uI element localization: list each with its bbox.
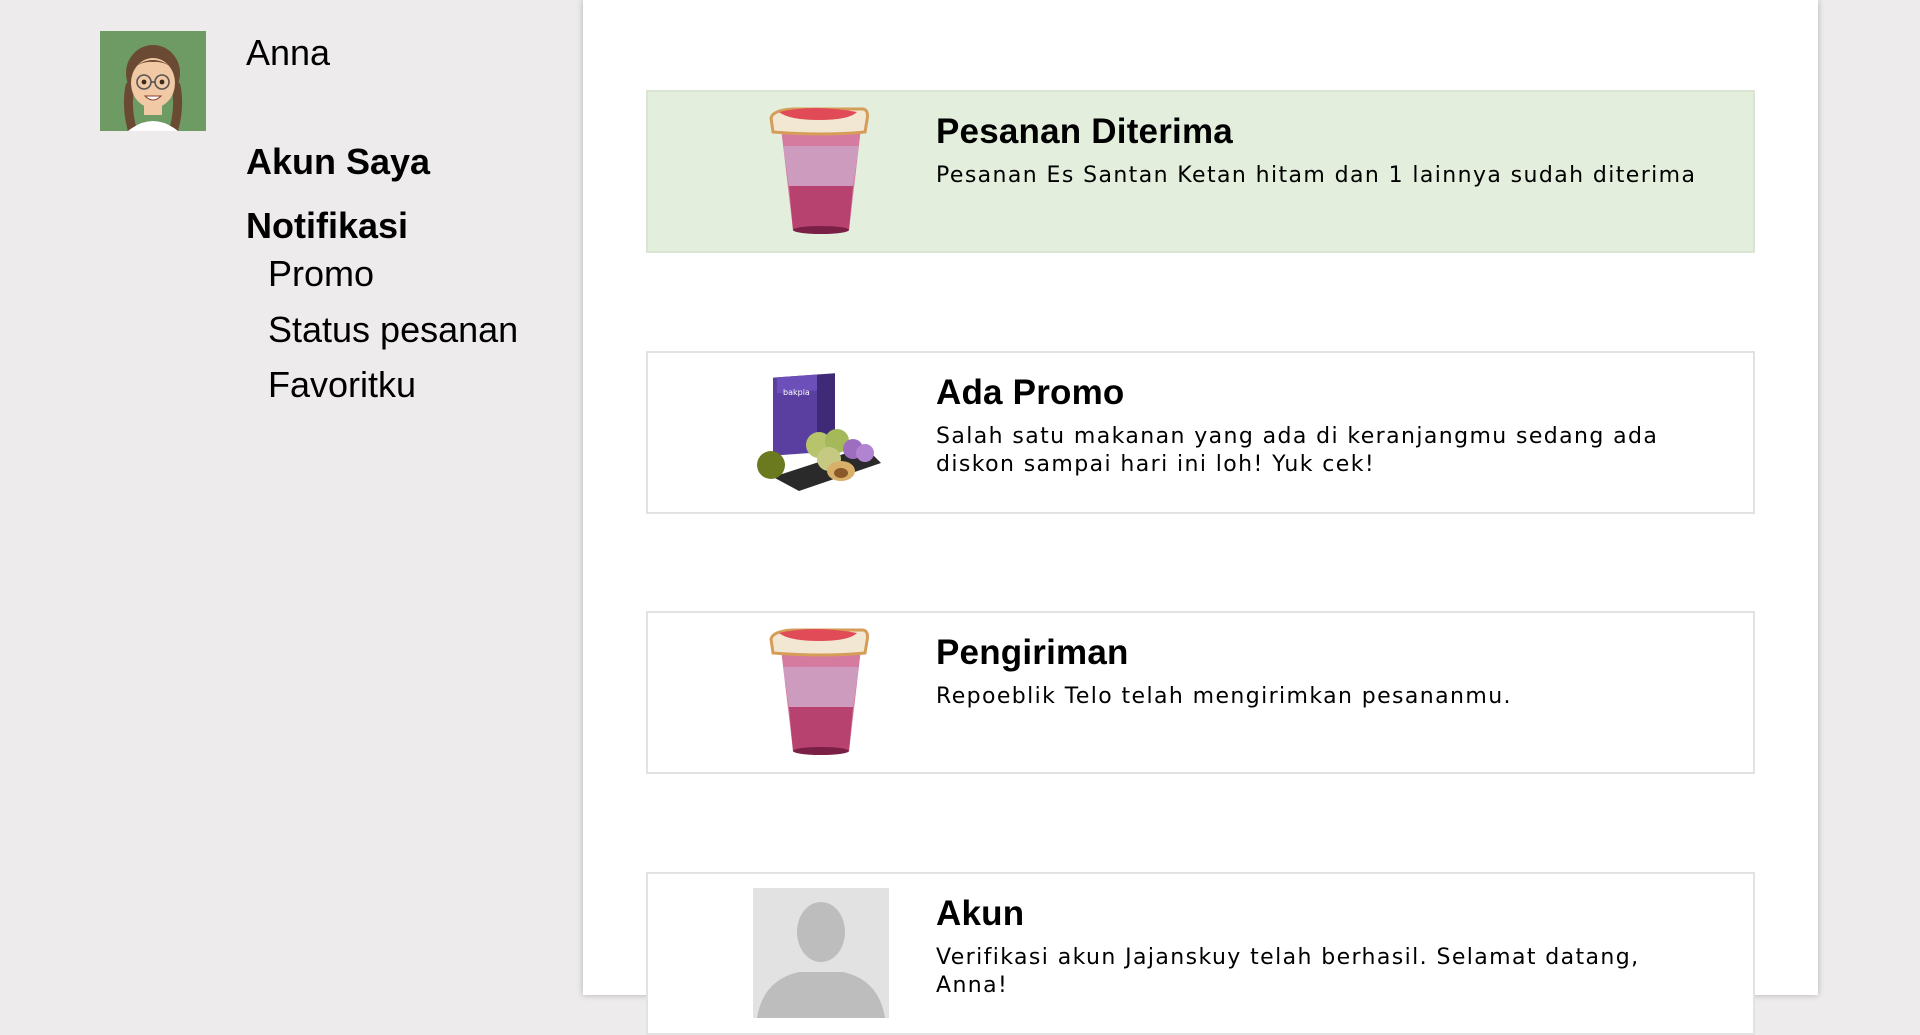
memoji-avatar-icon [100, 31, 206, 131]
notification-title: Akun [936, 894, 1025, 933]
notification-text: Repoeblik Telo telah mengirimkan pesanan… [936, 684, 1512, 709]
drink-cup-image [753, 106, 889, 236]
notification-card-akun[interactable]: Akun Verifikasi akun Jajanskuy telah ber… [646, 872, 1755, 1035]
notification-panel: Pesanan Diterima Pesanan Es Santan Ketan… [583, 0, 1818, 1035]
notification-text: Pesanan Es Santan Ketan hitam dan 1 lain… [936, 163, 1697, 188]
avatar[interactable] [100, 31, 206, 131]
nav-sub-favoritku[interactable]: Favoritku [268, 364, 416, 406]
notification-text: Salah satu makanan yang ada di keranjang… [936, 424, 1659, 477]
user-placeholder-image [753, 888, 889, 1018]
notification-title: Ada Promo [936, 373, 1125, 412]
box-brand-text: bakpia [783, 388, 810, 397]
sidebar: Anna Akun Saya Notifikasi Promo Status p… [0, 0, 583, 995]
nav-akun-saya[interactable]: Akun Saya [246, 141, 430, 183]
username: Anna [246, 32, 331, 73]
nav-sub-status-pesanan[interactable]: Status pesanan [268, 309, 518, 351]
notification-title: Pesanan Diterima [936, 112, 1233, 151]
nav-notifikasi[interactable]: Notifikasi [246, 205, 408, 247]
drink-cup-image [753, 627, 889, 757]
notification-card-pesanan-diterima[interactable]: Pesanan Diterima Pesanan Es Santan Ketan… [646, 90, 1755, 253]
notification-card-pengiriman[interactable]: Pengiriman Repoeblik Telo telah mengirim… [646, 611, 1755, 774]
bakpia-box-image: bakpia [753, 367, 889, 497]
notification-card-ada-promo[interactable]: bakpia Ada Promo Salah satu makanan yang… [646, 351, 1755, 514]
nav-sub-promo[interactable]: Promo [268, 253, 374, 295]
notification-title: Pengiriman [936, 633, 1129, 672]
notification-text: Verifikasi akun Jajanskuy telah berhasil… [936, 945, 1640, 998]
